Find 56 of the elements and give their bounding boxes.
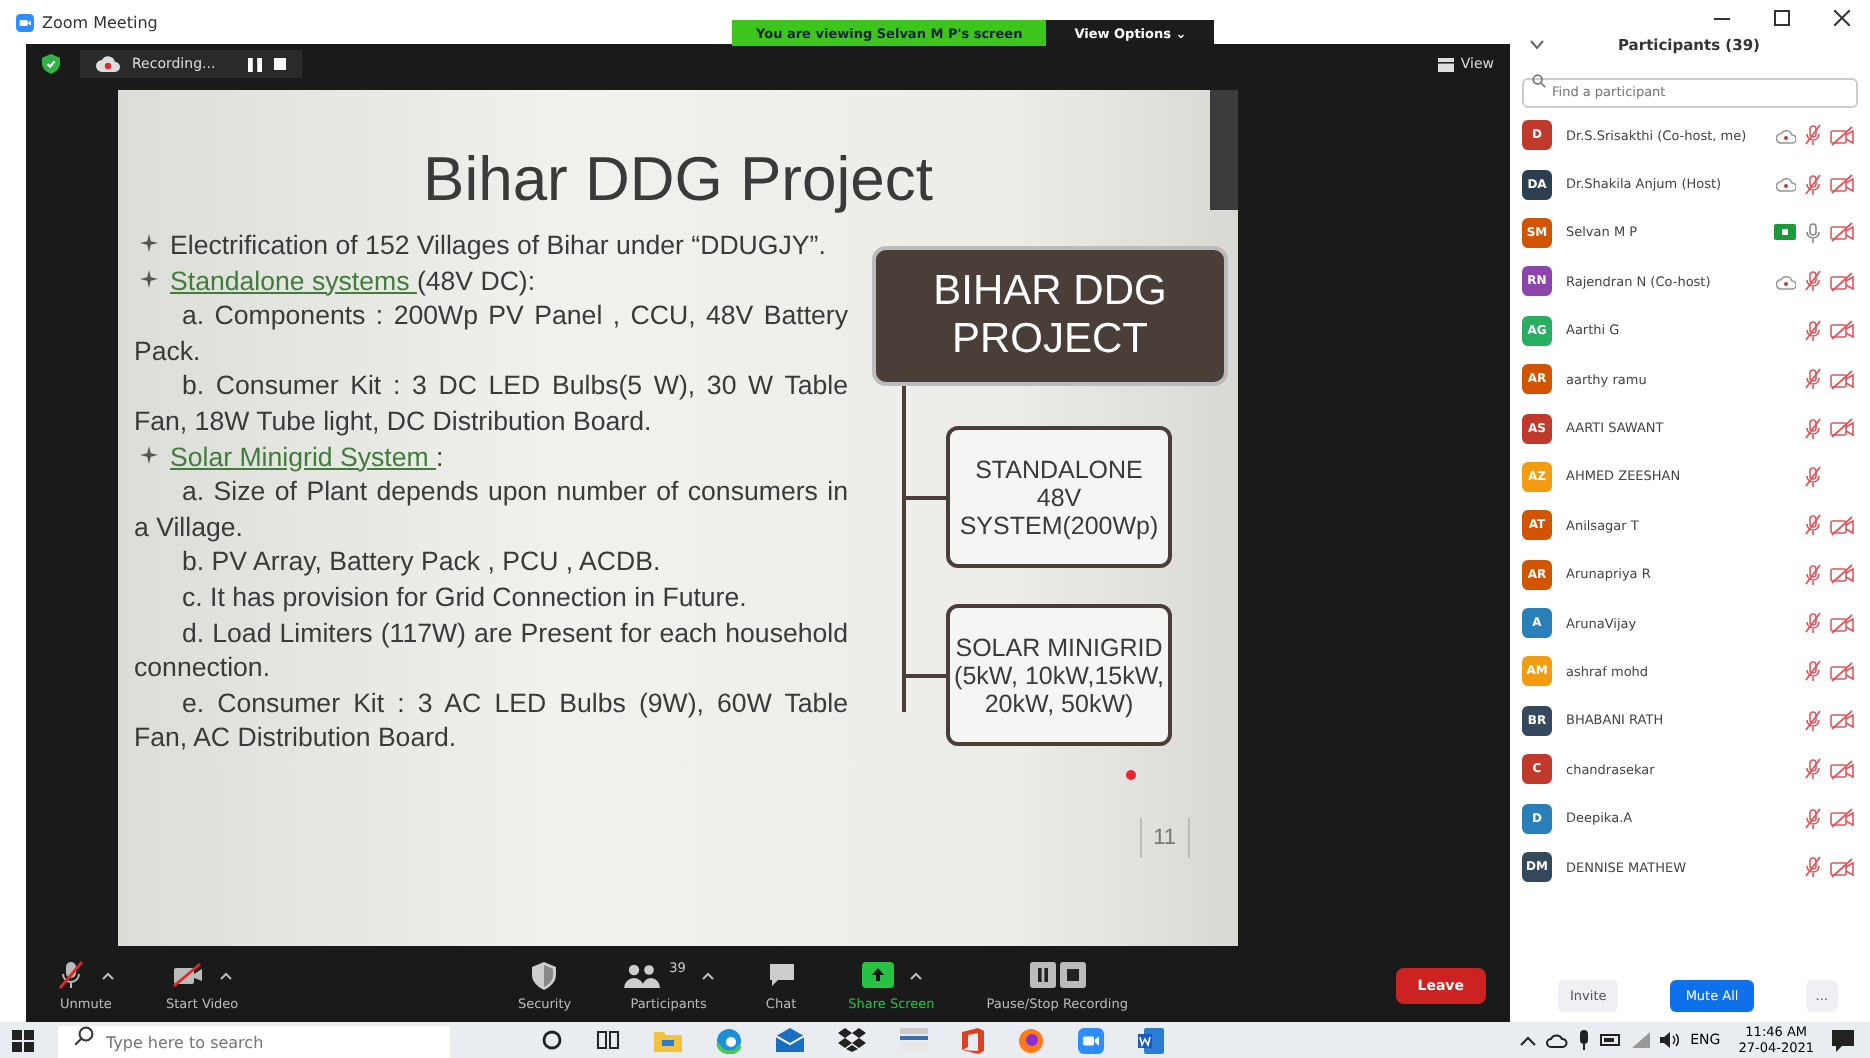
speaker-icon[interactable] <box>1660 1032 1681 1048</box>
list-item-text: d. Load Limiters (117W) are Present for each household connection. <box>134 615 848 686</box>
pause-stop-icon <box>1029 962 1086 988</box>
pointer-dot-icon <box>1126 770 1136 780</box>
share-screen-icon <box>861 962 894 988</box>
windows-start-icon[interactable] <box>12 1029 34 1051</box>
cloud-icon[interactable] <box>1546 1033 1569 1047</box>
task-view-icon[interactable] <box>596 1030 620 1050</box>
caret-icon[interactable] <box>701 971 714 979</box>
close-icon[interactable] <box>1834 10 1850 26</box>
notification-icon[interactable] <box>1832 1029 1854 1051</box>
slide-title: Bihar DDG Project <box>423 144 933 216</box>
people-icon <box>623 963 660 987</box>
list-item-text: a. Size of Plant depends upon number of consumers in a Village. <box>134 474 848 545</box>
caret-icon[interactable] <box>102 971 114 979</box>
stop-icon[interactable] <box>273 58 286 70</box>
mail-envelope-icon[interactable] <box>776 1028 804 1052</box>
minimize-icon[interactable] <box>1714 17 1730 19</box>
muted-microphone-icon <box>58 960 86 990</box>
caret-icon[interactable] <box>909 971 922 979</box>
list-item-text: b. Consumer Kit : 3 DC LED Bulbs(5 W), 30 W Table Fan, 18W Tube light, DC Distribution Board. <box>134 368 848 440</box>
diagram-root-box: BIHAR DDG PROJECT <box>872 246 1228 386</box>
chat-bubble-icon <box>767 962 796 988</box>
taskbar-search-field[interactable]: Type here to search <box>58 1025 450 1058</box>
chevron-up-icon[interactable] <box>1520 1035 1537 1045</box>
shield-icon <box>42 54 60 74</box>
cortana-circle-icon[interactable] <box>542 1030 562 1050</box>
notes-app-icon[interactable] <box>900 1028 928 1052</box>
search-icon <box>1532 74 1546 88</box>
battery-icon[interactable] <box>1600 1034 1623 1046</box>
diagram-child-box: SOLAR MINIGRID (5kW, 10kW,15kW, 20kW, 50kW) <box>946 604 1172 746</box>
cloud-icon <box>96 56 120 72</box>
window-title: Zoom Meeting <box>42 13 158 31</box>
microphone-icon[interactable] <box>1578 1030 1591 1050</box>
slide-side-strip <box>1210 90 1238 210</box>
grid-icon <box>1438 57 1455 71</box>
video-camera-app-icon[interactable] <box>1078 1027 1104 1053</box>
browser-swirl-icon[interactable] <box>716 1027 742 1053</box>
shield-icon <box>532 961 557 989</box>
video-off-icon <box>172 962 205 988</box>
word-document-icon[interactable] <box>1138 1027 1164 1053</box>
list-item-text: c. It has provision for Grid Connection in Future. <box>180 579 749 616</box>
maximize-icon[interactable] <box>1774 10 1790 26</box>
folder-icon[interactable] <box>654 1028 682 1052</box>
chevron-down-icon[interactable] <box>1530 40 1544 50</box>
pause-icon[interactable] <box>247 57 262 71</box>
list-item-text: b. PV Array, Battery Pack , PCU , ACDB. <box>180 544 663 580</box>
list-item-text: a. Components : 200Wp PV Panel , CCU, 48V Battery Pack. <box>134 298 848 369</box>
bullet-text: Electrification of 152 Villages of Bihar under “DDUGJY”. <box>170 228 826 264</box>
bullet-text: Solar Minigrid System : <box>170 439 444 475</box>
diagram-child-box: STANDALONE 48V SYSTEM(200Wp) <box>946 426 1172 568</box>
bullet-text: Standalone systems (48V DC): <box>170 263 536 299</box>
search-icon <box>74 1026 94 1047</box>
list-item-text: e. Consumer Kit : 3 AC LED Bulbs (9W), 60W Table Fan, AC Distribution Board. <box>134 685 848 756</box>
slide-number: 11 <box>1139 818 1190 858</box>
caret-icon[interactable] <box>220 971 233 979</box>
